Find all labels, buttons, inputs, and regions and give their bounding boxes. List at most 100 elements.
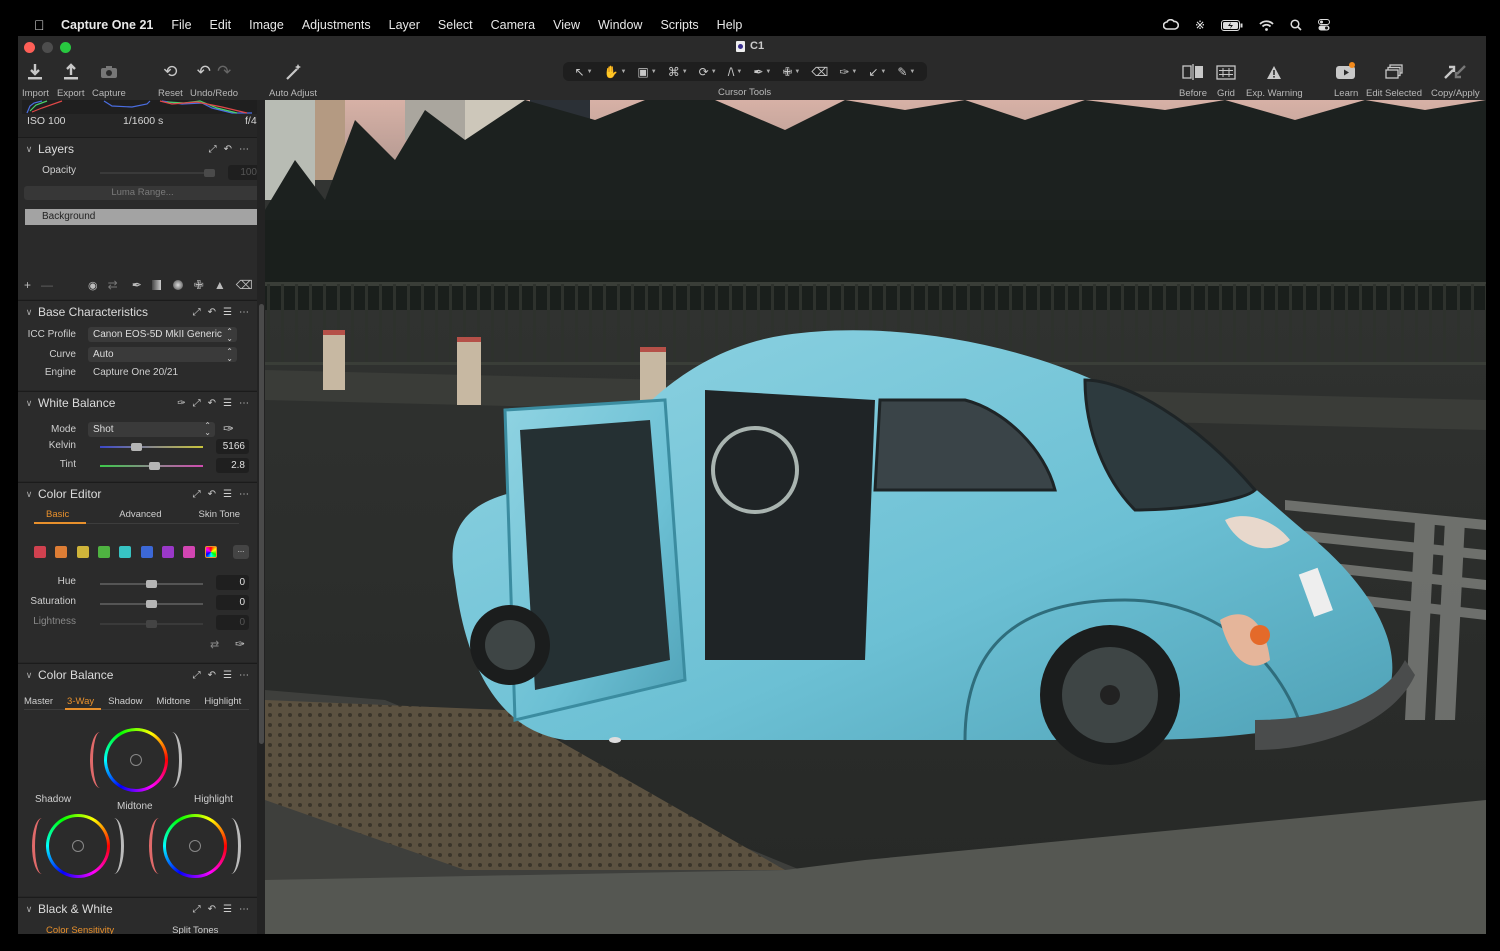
eraser-icon[interactable]: ⌫ [811, 65, 828, 79]
control-center-icon[interactable] [1318, 19, 1330, 31]
reset-icon[interactable]: ↶ [208, 904, 216, 915]
hue-knob[interactable] [146, 580, 157, 588]
menu-image[interactable]: Image [249, 18, 284, 32]
auto-adjust-button[interactable]: Auto Adjust [269, 60, 317, 99]
hue-slider[interactable] [100, 580, 203, 588]
tab-split-tones[interactable]: Split Tones [172, 925, 218, 934]
tab-basic[interactable]: Basic [46, 509, 69, 520]
color-balance-header[interactable]: ∨ Color Balance ⤢ ↶ ☰ ⋯ [18, 664, 257, 686]
menu-view[interactable]: View [553, 18, 580, 32]
color-picker-swatch[interactable] [205, 546, 217, 558]
layers-header[interactable]: ∨ Layers ⤢ ↶ ⋯ [18, 138, 257, 160]
tab-advanced[interactable]: Advanced [119, 509, 161, 520]
chevron-down-icon[interactable]: ∨ [20, 398, 38, 409]
curve-select[interactable]: Auto ⌃ ⌄ [88, 347, 237, 362]
apple-logo-icon[interactable]:  [34, 17, 48, 33]
presets-icon[interactable]: ☰ [223, 307, 232, 318]
color-swatch[interactable] [97, 546, 110, 558]
tint-knob[interactable] [148, 462, 160, 470]
menu-adjustments[interactable]: Adjustments [302, 18, 371, 32]
color-swatch[interactable] [119, 546, 132, 558]
saturation-arc[interactable] [90, 732, 110, 788]
color-swatch[interactable] [34, 546, 46, 558]
wheel-handle[interactable] [130, 754, 142, 766]
lightness-knob[interactable] [146, 620, 157, 628]
picker-icon[interactable]: ✑ [177, 398, 185, 409]
white-balance-header[interactable]: ∨ White Balance ✑ ⤢ ↶ ☰ ⋯ [18, 392, 257, 414]
midtone-color-wheel[interactable] [104, 728, 168, 792]
heal-icon[interactable]: ✙ ▼ [782, 65, 800, 79]
lightness-value[interactable]: 0 [216, 615, 249, 630]
capture-button[interactable]: Capture [92, 60, 126, 99]
presets-icon[interactable]: ☰ [223, 670, 232, 681]
minimize-window-button[interactable] [42, 42, 53, 53]
keystone-icon[interactable]: /\ ▼ [728, 65, 743, 79]
reset-button[interactable]: ⟲ Reset [158, 60, 183, 99]
brush-icon[interactable]: ✒ [132, 278, 142, 292]
export-button[interactable]: Export [57, 60, 84, 99]
before-button[interactable]: Before [1179, 60, 1207, 99]
menu-edit[interactable]: Edit [210, 18, 232, 32]
import-button[interactable]: Import [22, 60, 49, 99]
battery-charging-icon[interactable] [1221, 19, 1243, 31]
tab-master[interactable]: Master [24, 696, 53, 707]
reset-icon[interactable]: ↶ [208, 398, 216, 409]
base-characteristics-header[interactable]: ∨ Base Characteristics ⤢ ↶ ☰ ⋯ [18, 301, 257, 323]
lightness-arc[interactable] [162, 732, 182, 788]
rotate-icon[interactable]: ⟳ ▼ [699, 65, 717, 79]
more-options-icon[interactable]: ⋯ [239, 398, 249, 409]
tab-shadow[interactable]: Shadow [108, 696, 142, 707]
menu-select[interactable]: Select [438, 18, 473, 32]
swap-icon[interactable]: ⇄ [108, 278, 118, 292]
lightness-arc[interactable] [221, 818, 241, 874]
menu-layer[interactable]: Layer [389, 18, 420, 32]
color-editor-header[interactable]: ∨ Color Editor ⤢ ↶ ☰ ⋯ [18, 483, 257, 505]
black-white-header[interactable]: ∨ Black & White ⤢ ↶ ☰ ⋯ [18, 898, 257, 920]
crop-icon[interactable]: ⌘ ▼ [668, 65, 688, 79]
chevron-down-icon[interactable]: ∨ [20, 904, 38, 915]
menu-window[interactable]: Window [598, 18, 642, 32]
saturation-slider[interactable] [100, 600, 203, 608]
linear-gradient-icon[interactable] [151, 280, 161, 290]
reset-icon[interactable]: ↶ [208, 489, 216, 500]
expand-icon[interactable]: ⤢ [193, 307, 201, 318]
creative-cloud-icon[interactable] [1162, 19, 1179, 31]
close-window-button[interactable] [24, 42, 35, 53]
kelvin-value[interactable]: 5166 [216, 439, 249, 454]
image-viewer[interactable] [265, 100, 1486, 934]
wb-picker-icon[interactable]: ✑ [223, 421, 234, 437]
brush-icon[interactable]: ✒ ▼ [753, 65, 771, 79]
chevron-down-icon[interactable]: ∨ [20, 670, 38, 681]
kelvin-slider[interactable] [100, 443, 203, 451]
menu-camera[interactable]: Camera [491, 18, 535, 32]
wifi-icon[interactable] [1259, 19, 1274, 31]
saturation-value[interactable]: 0 [216, 595, 249, 610]
grid-button[interactable]: Grid [1216, 60, 1236, 99]
presets-icon[interactable]: ☰ [223, 398, 232, 409]
tab-highlight[interactable]: Highlight [204, 696, 241, 707]
icc-profile-select[interactable]: Canon EOS-5D MkII Generic ⌃ ⌄ [88, 327, 237, 342]
expand-icon[interactable]: ⤢ [193, 398, 201, 409]
eraser-icon[interactable]: ⌫ [236, 278, 253, 292]
expand-icon[interactable]: ⤢ [193, 670, 201, 681]
pan-hand-icon[interactable]: ✋ ▼ [604, 65, 627, 79]
tab-midtone[interactable]: Midtone [157, 696, 191, 707]
expand-icon[interactable]: ⤢ [193, 904, 201, 915]
presets-icon[interactable]: ☰ [223, 489, 232, 500]
more-colors-button[interactable]: ... [233, 545, 249, 559]
mode-select[interactable]: Shot ⌃ ⌄ [88, 421, 215, 437]
wheel-handle[interactable] [72, 840, 84, 852]
menu-help[interactable]: Help [717, 18, 743, 32]
layer-item-background[interactable]: Background [25, 209, 261, 225]
menu-scripts[interactable]: Scripts [660, 18, 698, 32]
more-options-icon[interactable]: ⋯ [239, 670, 249, 681]
color-swatch[interactable] [76, 546, 89, 558]
reset-icon[interactable]: ↶ [208, 670, 216, 681]
learn-button[interactable]: Learn [1334, 60, 1358, 99]
more-options-icon[interactable]: ⋯ [239, 489, 249, 500]
reset-icon[interactable]: ↶ [208, 307, 216, 318]
tab-color-sensitivity[interactable]: Color Sensitivity [46, 925, 114, 934]
color-swatch[interactable] [183, 546, 196, 558]
shadow-color-wheel[interactable] [46, 814, 110, 878]
chevron-down-icon[interactable]: ∨ [20, 489, 38, 500]
